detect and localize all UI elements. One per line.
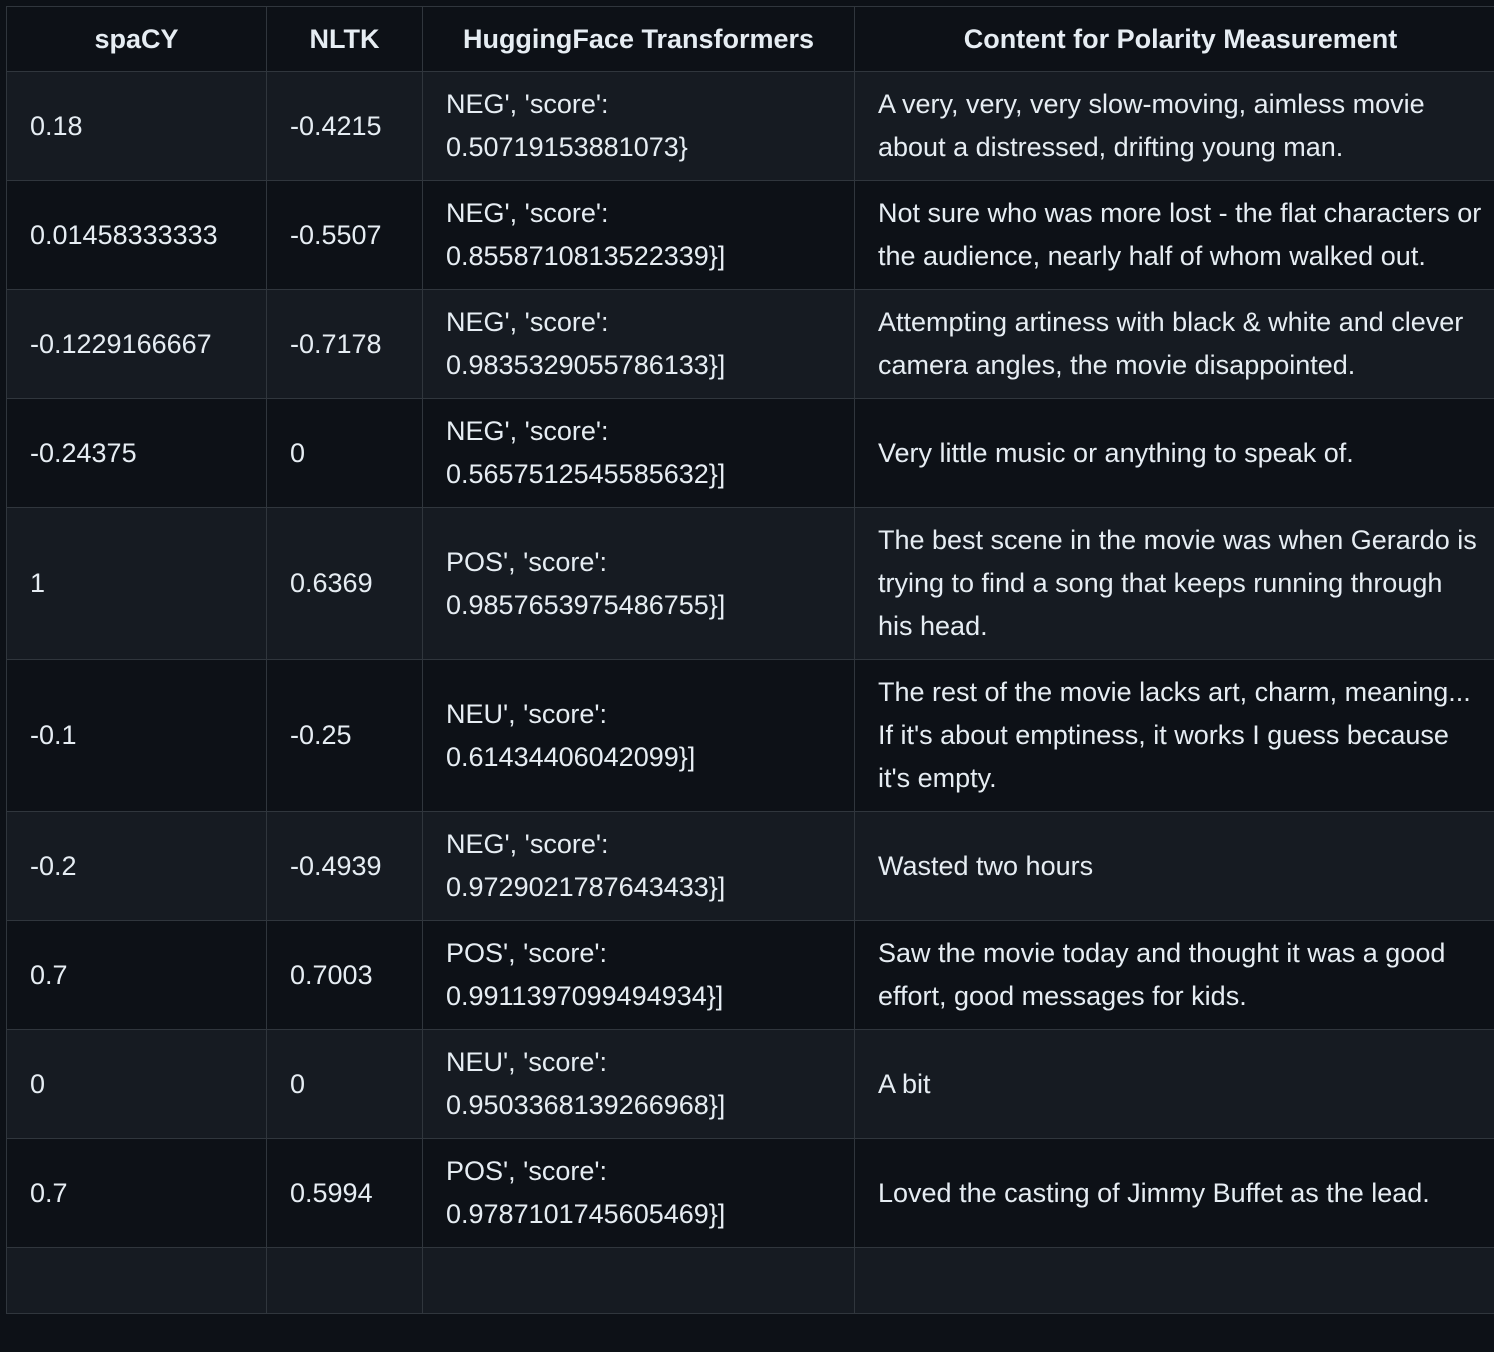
cell-spacy: 0.01458333333 — [6, 180, 267, 290]
cell-empty — [854, 1247, 1494, 1314]
header-huggingface: HuggingFace Transformers — [422, 6, 855, 72]
cell-content: Very little music or anything to speak o… — [854, 398, 1494, 508]
table-row: -0.1 -0.25 NEU', 'score': 0.61434406042099}… — [6, 659, 1494, 812]
cell-spacy: 0.7 — [6, 920, 267, 1030]
cell-spacy: -0.2 — [6, 811, 267, 921]
hf-score: 0.61434406042099}] — [446, 741, 696, 772]
cell-content: Wasted two hours — [854, 811, 1494, 921]
hf-label: POS', 'score': — [446, 546, 608, 577]
table-row: 0.7 0.5994 POS', 'score': 0.978710174560546… — [6, 1138, 1494, 1248]
cell-huggingface: NEG', 'score': 0.50719153881073} — [422, 71, 855, 181]
cell-spacy: 0.18 — [6, 71, 267, 181]
cell-content: A very, very, very slow-moving, aimless … — [854, 71, 1494, 181]
cell-spacy: 1 — [6, 507, 267, 660]
cell-nltk: -0.7178 — [266, 289, 423, 399]
hf-label: NEU', 'score': — [446, 1047, 607, 1077]
hf-score: 0.50719153881073} — [446, 132, 688, 162]
table-row: 1 0.6369 POS', 'score': 0.9857653975486755}… — [6, 507, 1494, 660]
hf-score: 0.9503368139266968}] — [446, 1090, 726, 1120]
hf-score: 0.9787101745605469}] — [446, 1199, 726, 1229]
cell-huggingface: NEU', 'score': 0.9503368139266968}] — [422, 1029, 855, 1139]
header-content: Content for Polarity Measurement — [854, 6, 1494, 72]
hf-label: NEU', 'score': — [446, 698, 607, 729]
cell-nltk: 0.7003 — [266, 920, 423, 1030]
cell-empty — [6, 1247, 267, 1314]
cell-nltk: -0.25 — [266, 659, 423, 812]
cell-huggingface: NEG', 'score': 0.9729021787643433}] — [422, 811, 855, 921]
header-row: spaCY NLTK HuggingFace Transformers Cont… — [6, 6, 1494, 72]
cell-huggingface: NEU', 'score': 0.61434406042099}] — [422, 659, 855, 812]
hf-score: 0.5657512545585632}] — [446, 459, 726, 489]
cell-spacy: 0.7 — [6, 1138, 267, 1248]
cell-nltk: 0 — [266, 398, 423, 508]
cell-empty — [422, 1247, 855, 1314]
hf-label: NEG', 'score': — [446, 416, 609, 446]
cell-huggingface: POS', 'score': 0.9911397099494934}] — [422, 920, 855, 1030]
table-row: 0.18 -0.4215 NEG', 'score': 0.5071915388107… — [6, 71, 1494, 181]
hf-score: 0.9729021787643433}] — [446, 872, 726, 902]
cell-huggingface: POS', 'score': 0.9857653975486755}] — [422, 507, 855, 660]
hf-label: NEG', 'score': — [446, 829, 609, 859]
cell-content: Saw the movie today and thought it was a… — [854, 920, 1494, 1030]
cell-huggingface: NEG', 'score': 0.5657512545585632}] — [422, 398, 855, 508]
polarity-table-container: spaCY NLTK HuggingFace Transformers Cont… — [6, 6, 1494, 1314]
cell-huggingface: NEG', 'score': 0.8558710813522339}] — [422, 180, 855, 290]
table-header: spaCY NLTK HuggingFace Transformers Cont… — [6, 6, 1494, 72]
hf-score: 0.9857653975486755}] — [446, 589, 726, 620]
cell-nltk: 0 — [266, 1029, 423, 1139]
table-row: -0.24375 0 NEG', 'score': 0.565751254558563… — [6, 398, 1494, 508]
hf-label: NEG', 'score': — [446, 198, 609, 228]
cell-content: The best scene in the movie was when Ger… — [854, 507, 1494, 660]
cell-content: A bit — [854, 1029, 1494, 1139]
hf-score: 0.9911397099494934}] — [446, 981, 724, 1011]
table-row: -0.1229166667 -0.7178 NEG', 'score': 0.9835… — [6, 289, 1494, 399]
hf-score: 0.8558710813522339}] — [446, 241, 726, 271]
cell-huggingface: NEG', 'score': 0.9835329055786133}] — [422, 289, 855, 399]
cell-content: Attempting artiness with black & white a… — [854, 289, 1494, 399]
table-row: 0.01458333333 -0.5507 NEG', 'score': 0.8558… — [6, 180, 1494, 290]
polarity-table: spaCY NLTK HuggingFace Transformers Cont… — [6, 6, 1494, 1314]
cell-nltk: -0.4939 — [266, 811, 423, 921]
hf-label: POS', 'score': — [446, 938, 608, 968]
cell-spacy: -0.1 — [6, 659, 267, 812]
table-row: 0 0 NEU', 'score': 0.9503368139266968}] A bi… — [6, 1029, 1494, 1139]
cell-empty — [266, 1247, 423, 1314]
header-nltk: NLTK — [266, 6, 423, 72]
cell-nltk: -0.5507 — [266, 180, 423, 290]
cell-content: Not sure who was more lost - the flat ch… — [854, 180, 1494, 290]
cell-nltk: 0.5994 — [266, 1138, 423, 1248]
cell-content: The rest of the movie lacks art, charm, … — [854, 659, 1494, 812]
cell-huggingface: POS', 'score': 0.9787101745605469}] — [422, 1138, 855, 1248]
table-row: -0.2 -0.4939 NEG', 'score': 0.9729021787643… — [6, 811, 1494, 921]
cell-spacy: -0.1229166667 — [6, 289, 267, 399]
table-row: 0.7 0.7003 POS', 'score': 0.991139709949493… — [6, 920, 1494, 1030]
cell-nltk: 0.6369 — [266, 507, 423, 660]
table-row — [6, 1247, 1494, 1314]
header-spacy: spaCY — [6, 6, 267, 72]
table-body: 0.18 -0.4215 NEG', 'score': 0.5071915388107… — [6, 71, 1494, 1314]
cell-nltk: -0.4215 — [266, 71, 423, 181]
hf-label: POS', 'score': — [446, 1156, 608, 1186]
hf-label: NEG', 'score': — [446, 307, 609, 337]
hf-score: 0.9835329055786133}] — [446, 350, 726, 380]
cell-spacy: 0 — [6, 1029, 267, 1139]
hf-label: NEG', 'score': — [446, 89, 609, 119]
cell-spacy: -0.24375 — [6, 398, 267, 508]
cell-content: Loved the casting of Jimmy Buffet as the… — [854, 1138, 1494, 1248]
